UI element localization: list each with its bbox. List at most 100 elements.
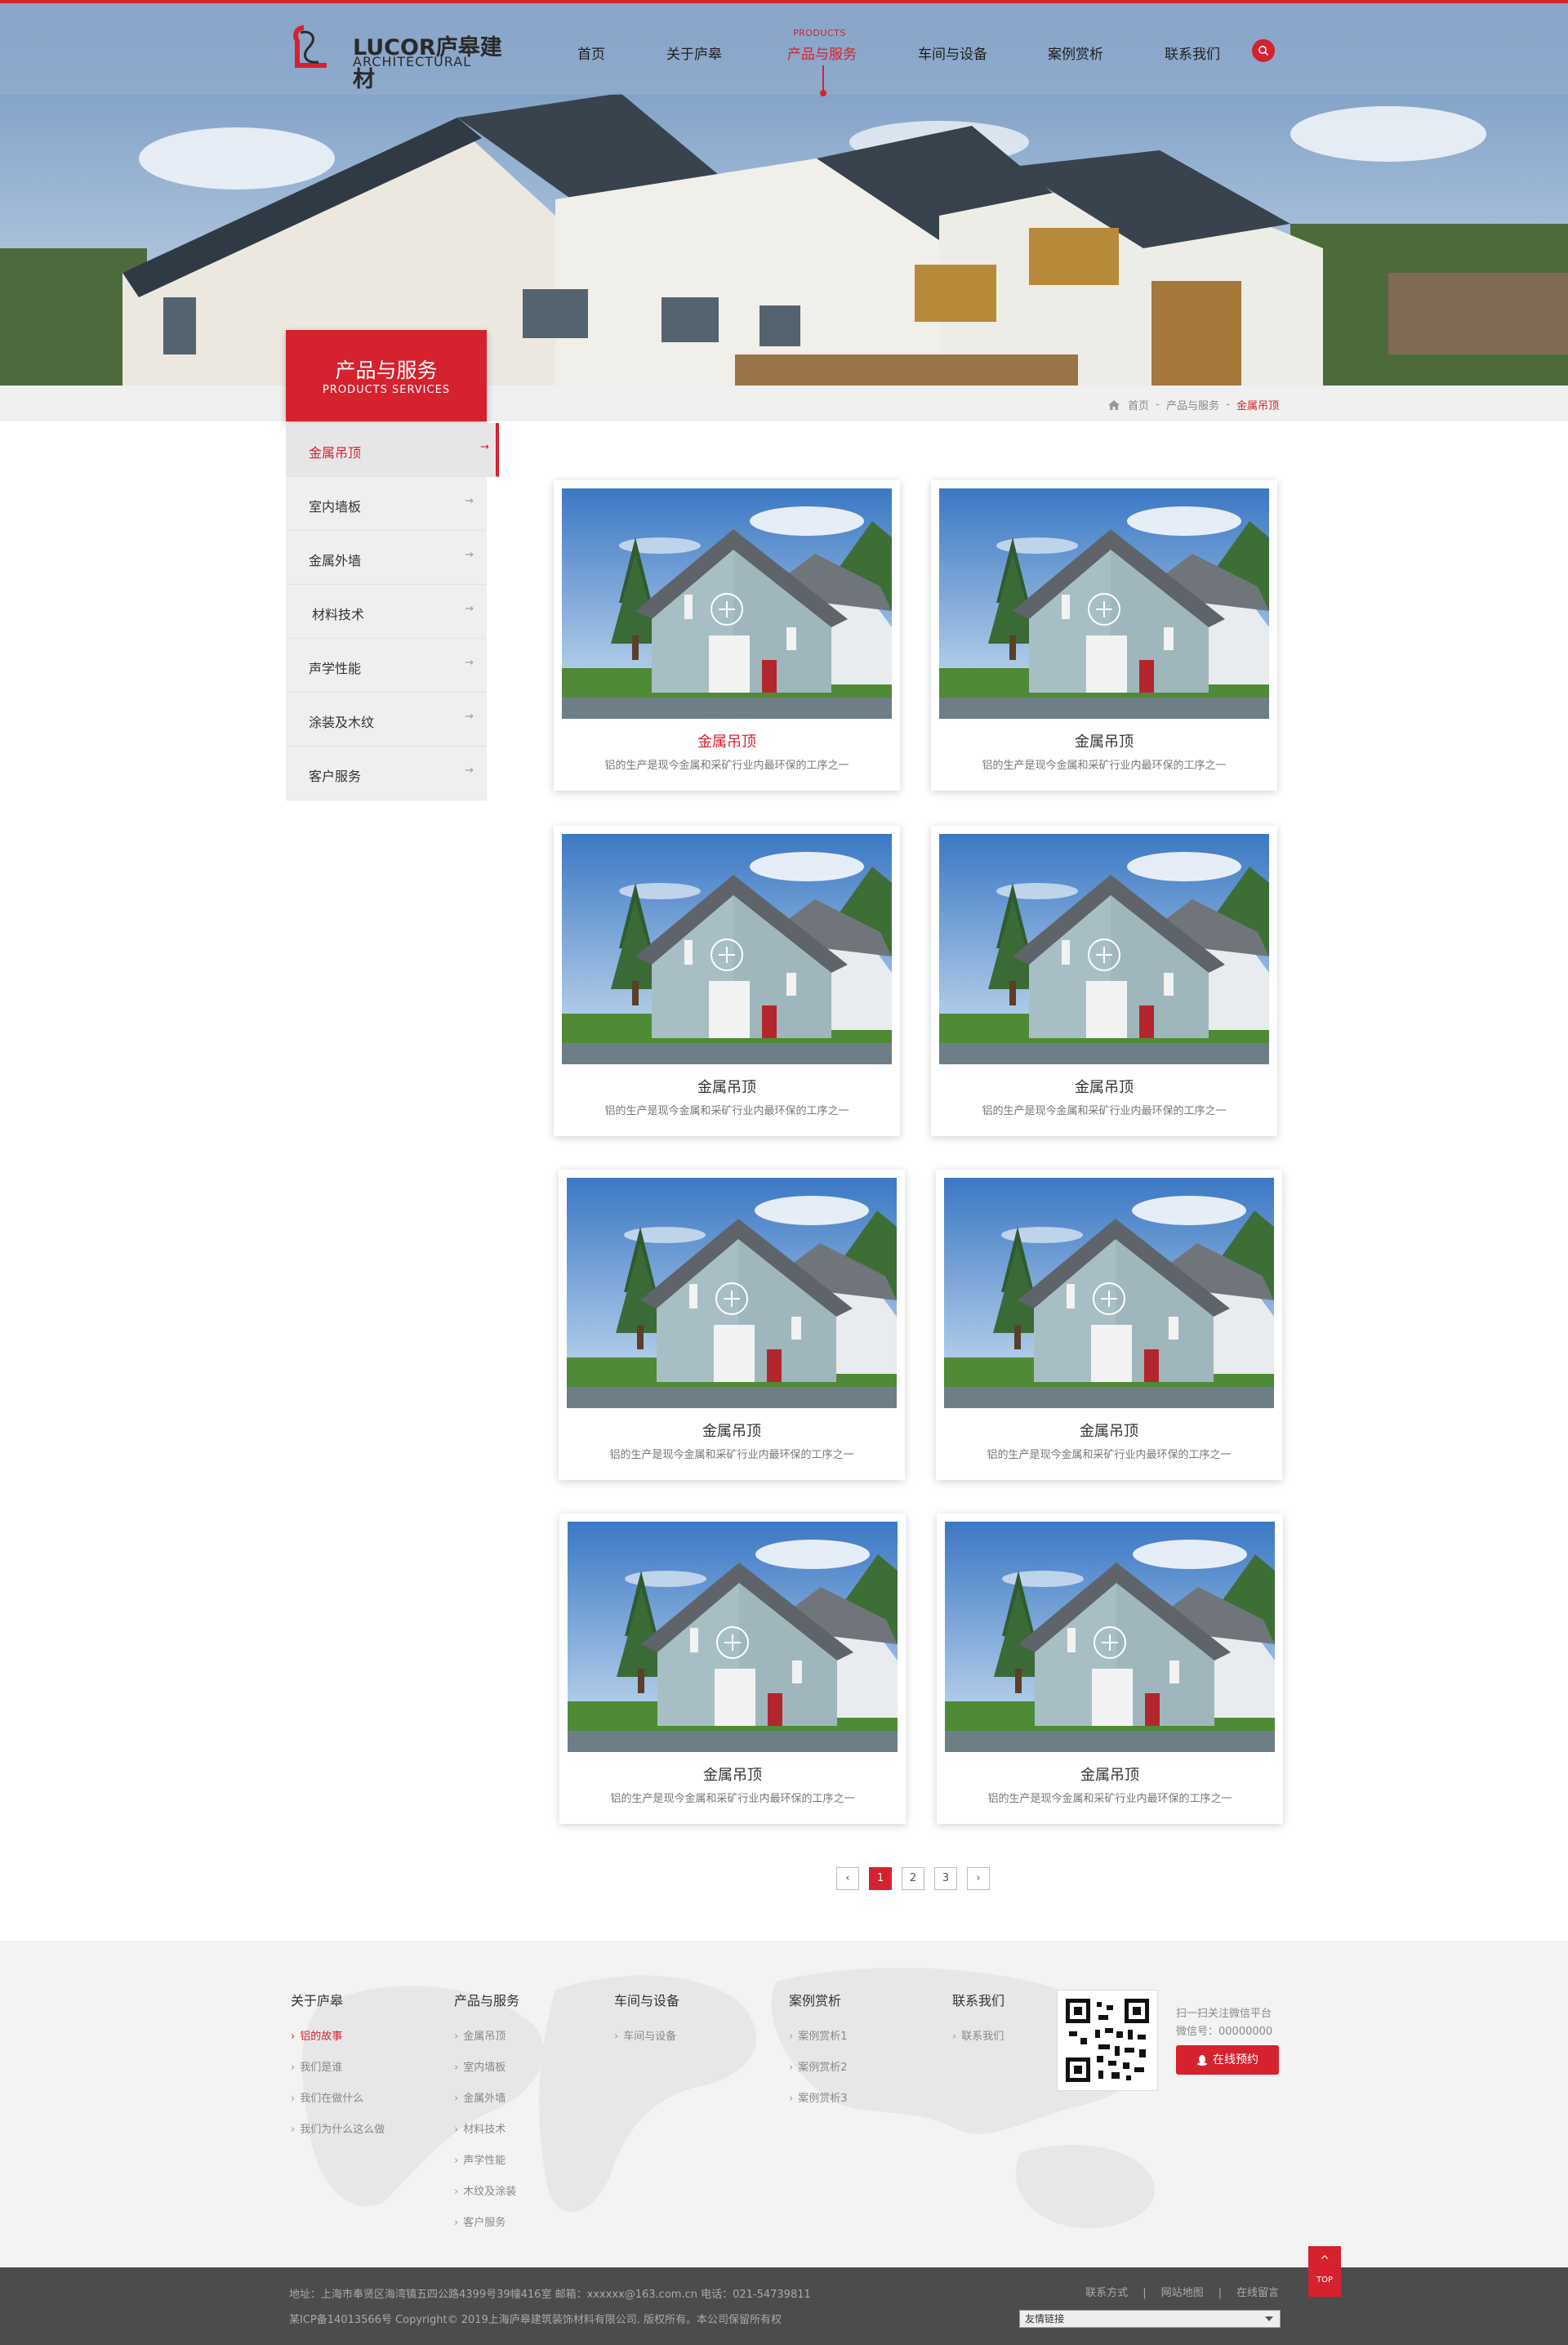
product-title[interactable]: 金属吊顶 bbox=[936, 1420, 1282, 1441]
sidebar-item-label: 客户服务 bbox=[309, 769, 362, 784]
arrow-up-icon: ^ bbox=[1320, 2254, 1330, 2267]
product-desc: 铝的生产是现今金属和采矿行业内最环保的工序之一 bbox=[609, 1449, 854, 1461]
nav-contact[interactable]: 联系我们 bbox=[1165, 42, 1220, 63]
product-image[interactable] bbox=[939, 488, 1269, 719]
house-illustration bbox=[939, 834, 1269, 1064]
product-desc: 铝的生产是现今金属和采矿行业内最环保的工序之一 bbox=[604, 1105, 849, 1117]
product-card[interactable]: 金属吊顶 铝的生产是现今金属和采矿行业内最环保的工序之一 bbox=[559, 1514, 906, 1824]
footer-heading: 联系我们 bbox=[952, 1993, 1005, 2008]
sidebar-item-customer-service[interactable]: 客户服务 → bbox=[286, 747, 487, 800]
sidebar-item-exterior-wall[interactable]: 金属外墙 → bbox=[286, 531, 487, 585]
product-title[interactable]: 金属吊顶 bbox=[931, 730, 1277, 751]
house-illustration bbox=[944, 1178, 1274, 1408]
footer-link[interactable]: 联系我们 bbox=[952, 2027, 1004, 2043]
footer-link[interactable]: 案例赏析2 bbox=[789, 2058, 847, 2074]
product-desc: 铝的生产是现今金属和采矿行业内最环保的工序之一 bbox=[987, 1793, 1232, 1805]
logo-subtitle: ARCHITECTURAL bbox=[353, 54, 472, 69]
nav-products[interactable]: 产品与服务 bbox=[787, 42, 857, 63]
footer-link[interactable]: 我们为什么这么做 bbox=[291, 2120, 385, 2136]
logo-mark-icon bbox=[293, 25, 327, 68]
sidebar-item-acoustic[interactable]: 声学性能 → bbox=[286, 639, 487, 693]
product-title[interactable]: 金属吊顶 bbox=[937, 1763, 1283, 1785]
product-image[interactable] bbox=[567, 1178, 897, 1408]
page-1-button[interactable]: 1 bbox=[869, 1867, 892, 1890]
footer-link[interactable]: 我们是谁 bbox=[291, 2058, 385, 2074]
product-card[interactable]: 金属吊顶 铝的生产是现今金属和采矿行业内最环保的工序之一 bbox=[554, 480, 900, 791]
qr-code-icon bbox=[1066, 1999, 1149, 2082]
nav-cases[interactable]: 案例赏析 bbox=[1048, 42, 1103, 63]
footer-heading: 关于庐皋 bbox=[291, 1993, 344, 2008]
site-header: LUCOR庐皋建材 ARCHITECTURAL 首页 关于庐皋 PRODUCTS… bbox=[0, 3, 1568, 96]
product-image[interactable] bbox=[562, 488, 892, 719]
arrow-right-icon: → bbox=[480, 441, 489, 453]
wechat-qr-code bbox=[1057, 1990, 1158, 2091]
footer-contact-link[interactable]: 联系方式 bbox=[1085, 2287, 1128, 2299]
search-button[interactable] bbox=[1252, 39, 1275, 62]
product-image[interactable] bbox=[944, 1178, 1274, 1408]
product-card[interactable]: 金属吊顶 铝的生产是现今金属和采矿行业内最环保的工序之一 bbox=[559, 1170, 905, 1480]
nav-home[interactable]: 首页 bbox=[577, 42, 605, 63]
nav-about[interactable]: 关于庐皋 bbox=[666, 42, 722, 63]
product-card[interactable]: 金属吊顶 铝的生产是现今金属和采矿行业内最环保的工序之一 bbox=[936, 1170, 1282, 1480]
footer-sitemap-link[interactable]: 网站地图 bbox=[1161, 2287, 1204, 2299]
footer-link[interactable]: 我们在做什么 bbox=[291, 2089, 385, 2105]
footer-link[interactable]: 客户服务 bbox=[454, 2213, 519, 2229]
product-desc: 铝的生产是现今金属和采矿行业内最环保的工序之一 bbox=[982, 760, 1227, 772]
friend-links-label: 友情链接 bbox=[1025, 2313, 1065, 2325]
breadcrumb-level1[interactable]: 产品与服务 bbox=[1166, 400, 1219, 412]
nav-workshop[interactable]: 车间与设备 bbox=[918, 42, 987, 63]
product-desc: 铝的生产是现今金属和采矿行业内最环保的工序之一 bbox=[987, 1449, 1232, 1461]
footer-col-workshop: 车间与设备 车间与设备 bbox=[614, 1990, 679, 2058]
friend-links-select[interactable]: 友情链接 bbox=[1019, 2310, 1281, 2328]
footer-heading: 车间与设备 bbox=[614, 1993, 680, 2008]
online-booking-button[interactable]: 在线预约 bbox=[1176, 2045, 1279, 2075]
footer-link[interactable]: 声学性能 bbox=[454, 2151, 519, 2167]
page-3-button[interactable]: 3 bbox=[934, 1867, 957, 1890]
sidebar-item-label: 材料技术 bbox=[312, 607, 365, 622]
prev-page-button[interactable]: ‹ bbox=[836, 1867, 859, 1890]
page-2-button[interactable]: 2 bbox=[902, 1867, 924, 1890]
house-illustration bbox=[562, 834, 892, 1064]
sidebar-item-interior-wall[interactable]: 室内墙板 → bbox=[286, 477, 487, 531]
house-illustration bbox=[567, 1178, 897, 1408]
footer-link[interactable]: 木纹及涂装 bbox=[454, 2182, 519, 2198]
sidebar-item-material-tech[interactable]: 材料技术 → bbox=[286, 585, 487, 639]
footer-link[interactable]: 金属吊顶 bbox=[454, 2027, 519, 2043]
product-card[interactable]: 金属吊顶 铝的生产是现今金属和采矿行业内最环保的工序之一 bbox=[931, 826, 1277, 1136]
product-title[interactable]: 金属吊顶 bbox=[559, 1420, 905, 1441]
breadcrumb-home[interactable]: 首页 bbox=[1128, 400, 1149, 412]
product-card[interactable]: 金属吊顶 铝的生产是现今金属和采矿行业内最环保的工序之一 bbox=[554, 826, 900, 1136]
product-image[interactable] bbox=[945, 1522, 1275, 1752]
brand-logo[interactable]: LUCOR庐皋建材 ARCHITECTURAL bbox=[286, 23, 506, 92]
footer-address: 地址：上海市奉贤区海湾镇五四公路4399号39幢416室 邮箱：xxxxxx@1… bbox=[289, 2289, 811, 2301]
house-illustration bbox=[568, 1522, 898, 1752]
site-footer: 关于庐皋 铝的故事 我们是谁 我们在做什么 我们为什么这么做 产品与服务 金属吊… bbox=[0, 1941, 1568, 2267]
footer-link[interactable]: 车间与设备 bbox=[614, 2027, 679, 2043]
product-title[interactable]: 金属吊顶 bbox=[554, 1076, 900, 1097]
footer-link[interactable]: 案例赏析1 bbox=[789, 2027, 847, 2043]
product-image[interactable] bbox=[568, 1522, 898, 1752]
product-image[interactable] bbox=[562, 834, 892, 1064]
footer-link[interactable]: 案例赏析3 bbox=[789, 2089, 847, 2105]
product-title[interactable]: 金属吊顶 bbox=[559, 1763, 906, 1785]
footer-message-link[interactable]: 在线留言 bbox=[1236, 2287, 1279, 2299]
product-title[interactable]: 金属吊顶 bbox=[554, 730, 900, 751]
wechat-text: 扫一扫关注微信平台 bbox=[1176, 2008, 1272, 2020]
product-card[interactable]: 金属吊顶 铝的生产是现今金属和采矿行业内最环保的工序之一 bbox=[937, 1514, 1283, 1824]
footer-link[interactable]: 铝的故事 bbox=[291, 2027, 385, 2043]
sidebar-menu: 金属吊顶 → 室内墙板 → 金属外墙 → 材料技术 → 声学性能 → 涂装及木纹… bbox=[286, 423, 499, 800]
back-to-top-button[interactable]: ^ TOP bbox=[1308, 2246, 1341, 2297]
wechat-id: 微信号：00000000 bbox=[1176, 2026, 1273, 2038]
footer-link[interactable]: 金属外墙 bbox=[454, 2089, 519, 2105]
footer-link[interactable]: 室内墙板 bbox=[454, 2058, 519, 2074]
footer-link[interactable]: 材料技术 bbox=[454, 2120, 519, 2136]
online-booking-label: 在线预约 bbox=[1213, 2053, 1258, 2066]
sidebar-item-coating[interactable]: 涂装及木纹 → bbox=[286, 693, 487, 747]
breadcrumb-current: 金属吊顶 bbox=[1236, 400, 1279, 412]
product-title[interactable]: 金属吊顶 bbox=[931, 1076, 1277, 1097]
product-card[interactable]: 金属吊顶 铝的生产是现今金属和采矿行业内最环保的工序之一 bbox=[931, 480, 1277, 791]
sidebar-item-metal-ceiling[interactable]: 金属吊顶 → bbox=[286, 423, 499, 477]
next-page-button[interactable]: › bbox=[967, 1867, 990, 1890]
house-illustration bbox=[945, 1522, 1275, 1752]
product-image[interactable] bbox=[939, 834, 1269, 1064]
